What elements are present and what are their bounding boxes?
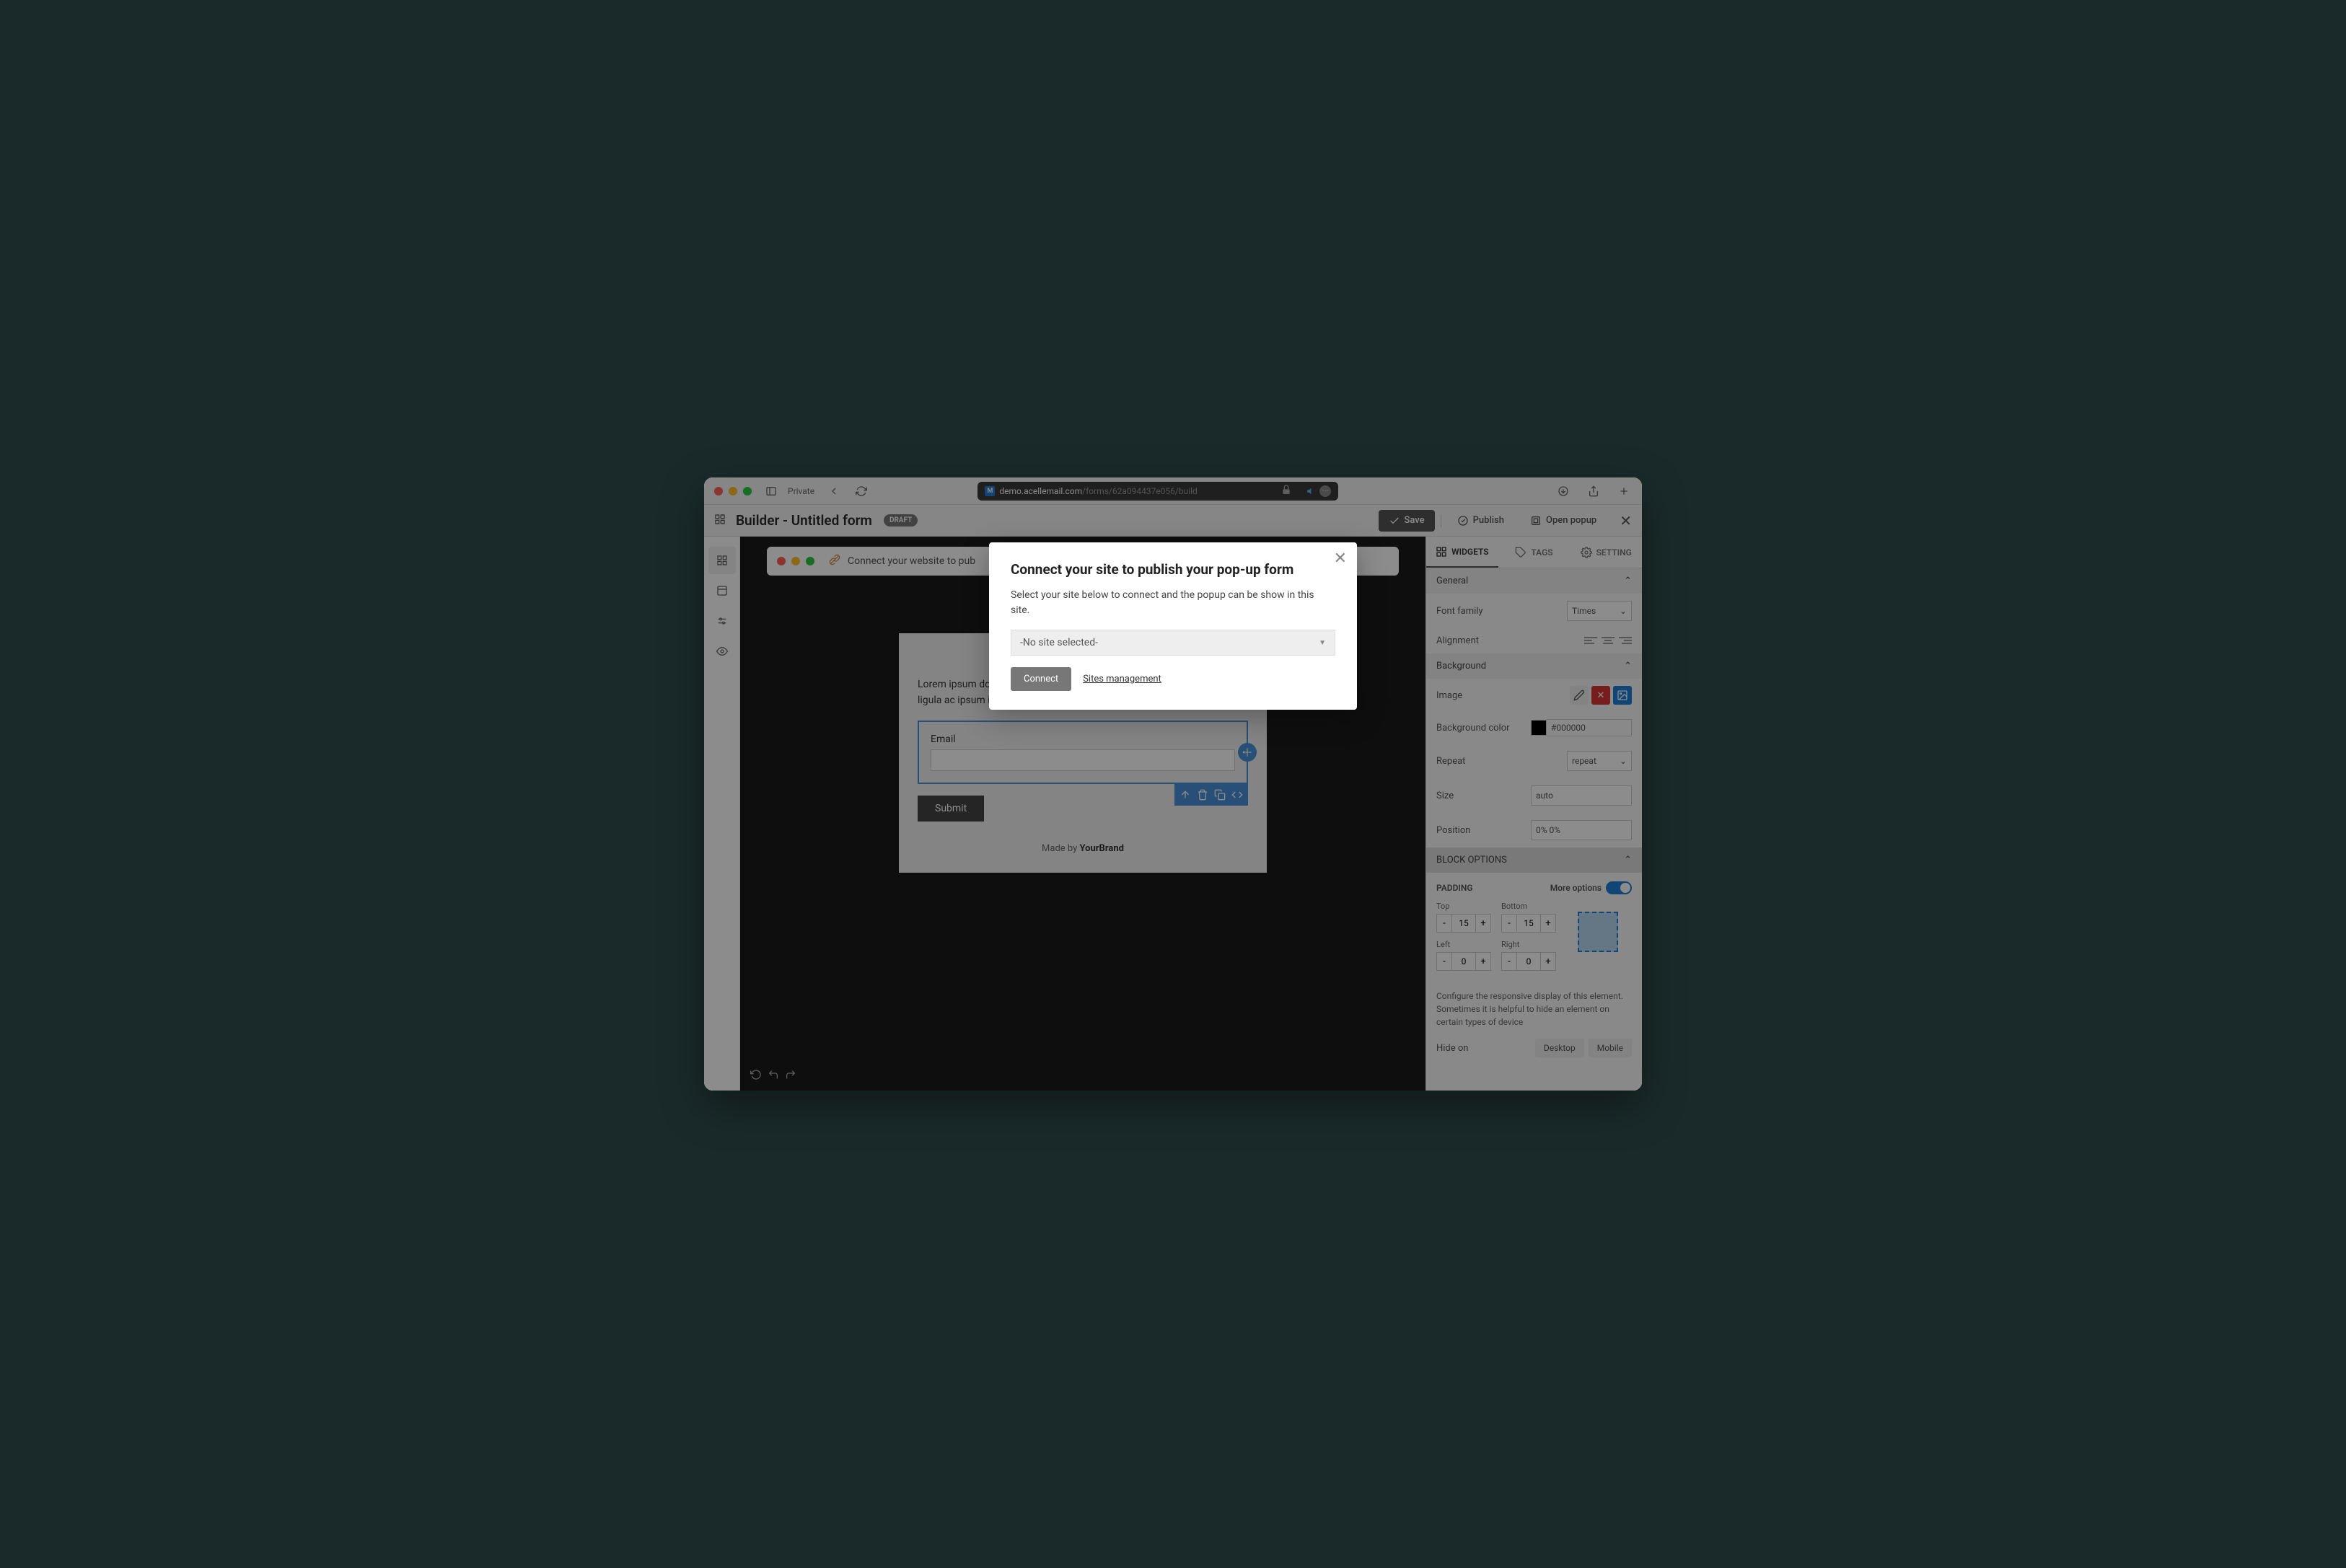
connect-button[interactable]: Connect xyxy=(1011,667,1071,691)
browser-window: Private M demo.acellemail.com/forms/62a0… xyxy=(704,477,1642,1091)
connect-site-modal: ✕ Connect your site to publish your pop-… xyxy=(989,542,1357,710)
modal-title: Connect your site to publish your pop-up… xyxy=(1011,561,1335,578)
sites-management-link[interactable]: Sites management xyxy=(1083,674,1161,684)
modal-description: Select your site below to connect and th… xyxy=(1011,588,1335,618)
chevron-down-icon: ▼ xyxy=(1319,639,1326,647)
site-select[interactable]: -No site selected-▼ xyxy=(1011,630,1335,656)
modal-close-icon[interactable]: ✕ xyxy=(1334,550,1347,568)
modal-overlay[interactable]: ✕ Connect your site to publish your pop-… xyxy=(704,477,1642,1091)
